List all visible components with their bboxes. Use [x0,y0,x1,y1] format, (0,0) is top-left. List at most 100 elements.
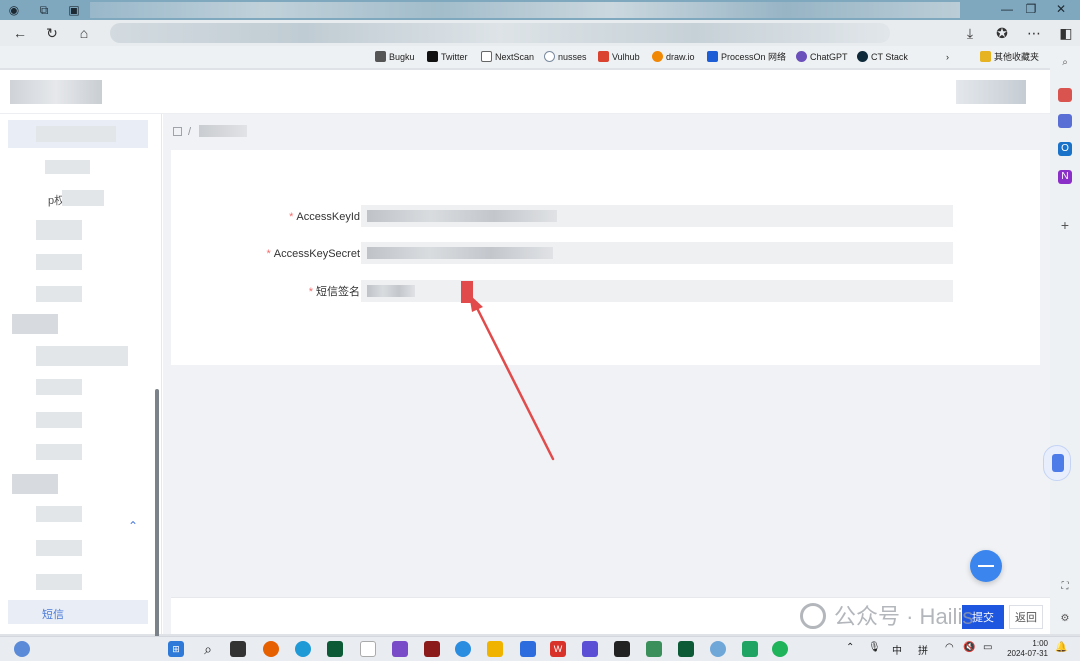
terminal-red-icon[interactable] [424,641,440,657]
access-key-id-label: * AccessKeyId [289,211,360,223]
breadcrumb: / [173,124,248,140]
sidebar-group-2[interactable] [12,474,58,494]
task-view-icon[interactable] [230,641,246,657]
back-button[interactable]: 返回 [1009,605,1043,629]
file-explorer-icon[interactable] [487,641,503,657]
bookmark-twitter[interactable]: Twitter [427,49,468,65]
collections-icon[interactable] [1058,88,1072,102]
sidebar-group-1[interactable] [12,314,58,334]
battery-icon[interactable]: ▭ [983,642,992,653]
minus-icon [978,565,994,567]
sms-signature-input[interactable] [361,280,953,302]
form-row-access-key-id: * AccessKeyId [171,205,1040,229]
copilot-icon[interactable] [1058,114,1072,128]
download-icon[interactable]: ⤓ [960,24,980,42]
start-icon[interactable]: ⊞ [168,641,184,657]
bookmark-other-folder[interactable]: 其他收藏夹 [980,49,1039,65]
add-icon[interactable]: + [1058,218,1072,232]
extensions-icon[interactable]: ✪ [992,24,1012,42]
sidebar-item-7[interactable] [36,346,128,366]
sidebar-item-6[interactable] [36,286,82,302]
bookmarks-overflow-icon[interactable]: › [946,49,949,65]
browser-blue-icon[interactable] [455,641,471,657]
ime-mode[interactable]: 拼 [918,642,928,657]
sync-icon[interactable] [710,641,726,657]
notepad-icon[interactable] [360,641,376,657]
visual-studio-icon[interactable] [392,641,408,657]
folder-icon [980,51,991,62]
wifi-icon[interactable]: ◠ [945,642,954,653]
access-key-id-value-masked [367,210,557,222]
volume-muted-icon[interactable]: 🔇 [963,642,975,653]
processon-icon [707,51,718,62]
bookmark-bugku[interactable]: Bugku [375,49,415,65]
system-clock[interactable]: 1:00 2024-07-31 [1004,639,1048,659]
search-icon[interactable]: ⌕ [1058,56,1072,70]
header-user-area[interactable] [956,80,1026,104]
close-icon[interactable]: ✕ [1050,0,1072,18]
bookmark-ctstack[interactable]: CT Stack [857,49,908,65]
sidebar-item-11[interactable] [36,506,82,522]
restore-icon[interactable]: ❐ [1020,0,1042,18]
refresh-icon[interactable]: ↻ [42,24,62,42]
outlook-icon[interactable]: O [1058,142,1072,156]
browser-profile-icon[interactable]: ◉ [6,2,22,18]
more-menu-icon[interactable]: ⋯ [1024,24,1044,42]
edge-icon[interactable] [295,641,311,657]
onenote-icon[interactable]: N [1058,170,1072,184]
floating-action-button[interactable] [970,550,1002,582]
sidebar-toggle-icon[interactable]: ◧ [1056,24,1076,42]
notification-avatar-icon[interactable] [14,641,30,657]
home-icon[interactable]: ⌂ [74,24,94,42]
microphone-icon[interactable]: 🎙 [868,642,881,653]
pycharm-icon[interactable] [327,641,343,657]
twitter-x-icon [427,51,438,62]
drawio-icon [652,51,663,62]
bookmark-nextscan[interactable]: NextScan [481,49,534,65]
app-green-icon[interactable] [742,641,758,657]
assistant-widget[interactable] [1043,445,1071,481]
search-icon[interactable]: ⌕ [200,641,216,657]
page-icon [481,51,492,62]
tab-actions-icon[interactable]: ▣ [66,2,82,18]
sidebar-item-12[interactable] [36,540,82,556]
settings-gear-icon[interactable]: ⚙ [1058,612,1072,626]
bookmark-chatgpt[interactable]: ChatGPT [796,49,848,65]
app-header [0,70,1050,114]
tray-overflow-icon[interactable]: ⌃ [846,642,854,653]
sidebar-item-sms[interactable] [8,600,148,624]
screenshot-icon[interactable]: ⛶ [1058,580,1072,594]
ime-language[interactable]: 中 [892,642,902,657]
bookmark-drawio[interactable]: draw.io [652,49,695,65]
minimize-icon[interactable]: — [996,0,1018,18]
sidebar-item-4[interactable] [36,220,82,240]
bookmark-processon[interactable]: ProcessOn 网络 [707,49,786,65]
bolt-app-icon[interactable] [582,641,598,657]
sidebar-item-10[interactable] [36,444,82,460]
sidebar-item-8[interactable] [36,379,82,395]
mail-icon[interactable] [520,641,536,657]
wps-icon[interactable]: W [550,641,566,657]
bookmark-vulhub[interactable]: Vulhub [598,49,640,65]
workspaces-icon[interactable]: ⧉ [36,2,52,18]
sidebar-scrollbar[interactable] [155,389,159,661]
sidebar-item-5[interactable] [36,254,82,270]
bookmark-nusses[interactable]: nusses [544,49,587,65]
chevron-up-icon[interactable]: ⌃ [128,519,138,533]
wechat-taskbar-icon[interactable] [772,641,788,657]
firefox-icon[interactable] [263,641,279,657]
browser-tab-strip: ◉ ⧉ ▣ — ❐ ✕ [0,0,1080,20]
sidebar-item-9[interactable] [36,412,82,428]
remote-desktop-icon[interactable] [646,641,662,657]
sidebar-item-2[interactable] [45,160,90,174]
address-bar[interactable] [110,23,890,43]
sidebar-item-13[interactable] [36,574,82,590]
sidebar-item-3[interactable] [62,190,104,206]
back-arrow-icon[interactable]: ← [10,24,30,42]
notifications-icon[interactable]: 🔔 [1055,642,1067,653]
console-icon[interactable] [614,641,630,657]
access-key-secret-label: * AccessKeySecret [266,248,360,260]
sidebar-item-1-label [36,126,116,142]
ide-icon[interactable] [678,641,694,657]
home-icon[interactable] [173,127,182,136]
